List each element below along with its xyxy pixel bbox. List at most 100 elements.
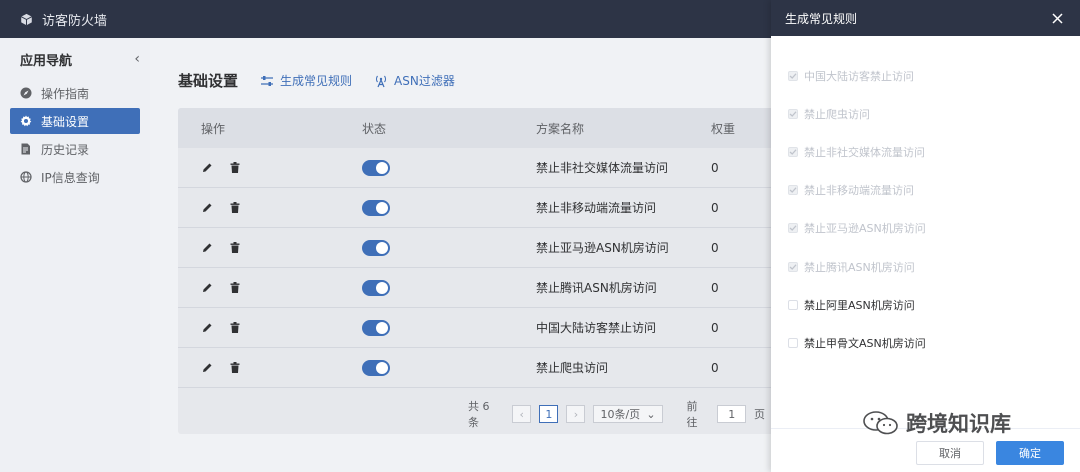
globe-icon <box>20 171 32 183</box>
column-header-actions: 操作 <box>201 121 226 136</box>
delete-icon[interactable] <box>229 242 241 254</box>
sidebar-item-label: IP信息查询 <box>41 170 100 185</box>
rule-option: 禁止腾讯ASN机房访问 <box>788 259 915 275</box>
row-name: 禁止腾讯ASN机房访问 <box>536 281 657 295</box>
delete-icon[interactable] <box>229 162 241 174</box>
row-status <box>361 319 536 336</box>
edit-icon[interactable] <box>201 162 213 174</box>
generate-rules-link[interactable]: 生成常见规则 <box>260 72 352 89</box>
status-toggle[interactable] <box>362 239 390 256</box>
table-header: 操作 状态 方案名称 权重 <box>178 108 775 148</box>
app-title: 访客防火墙 <box>42 13 108 29</box>
row-name: 禁止非社交媒体流量访问 <box>536 161 669 175</box>
panel-title: 生成常见规则 <box>785 11 858 26</box>
asn-filter-label: ASN过滤器 <box>394 74 455 88</box>
generate-rules-label: 生成常见规则 <box>280 74 353 88</box>
sidebar-item-history[interactable]: 历史记录 <box>10 136 140 162</box>
table-body: 禁止非社交媒体流量访问 0 禁止非移动端流量访问 0 禁止亚马逊ASN机房访问 0 禁止腾讯… <box>178 148 775 388</box>
delete-icon[interactable] <box>229 202 241 214</box>
page-header: 基础设置 生成常见规则 ASN过滤器 <box>178 70 477 91</box>
sidebar-item-ip-lookup[interactable]: IP信息查询 <box>10 164 140 190</box>
rule-option: 禁止亚马逊ASN机房访问 <box>788 220 926 236</box>
row-status <box>361 359 536 376</box>
row-name: 中国大陆访客禁止访问 <box>536 321 657 335</box>
rule-option-label: 禁止亚马逊ASN机房访问 <box>804 222 926 235</box>
edit-icon[interactable] <box>201 242 213 254</box>
cube-icon <box>18 11 34 27</box>
rule-option-label: 禁止非移动端流量访问 <box>804 184 914 197</box>
sliders-icon <box>260 74 274 88</box>
checkbox <box>788 185 798 195</box>
generate-rules-panel: 生成常见规则 中国大陆访客禁止访问 禁止爬虫访问禁止非社交媒体流量访问 禁止非移动端… <box>771 0 1080 472</box>
sidebar-item-guide[interactable]: 操作指南 <box>10 80 140 106</box>
rule-option-label: 禁止腾讯ASN机房访问 <box>804 261 915 274</box>
rule-option: 中国大陆访客禁止访问 <box>788 68 914 84</box>
checkbox <box>788 147 798 157</box>
row-status <box>361 199 536 216</box>
asn-filter-link[interactable]: ASN过滤器 <box>374 72 455 89</box>
close-icon[interactable] <box>1050 11 1064 25</box>
status-toggle[interactable] <box>362 279 390 296</box>
column-header-status: 状态 <box>362 121 387 136</box>
rule-option-label: 禁止甲骨文ASN机房访问 <box>804 337 926 350</box>
column-header-weight: 权重 <box>711 121 736 136</box>
next-page-button[interactable]: › <box>566 405 586 423</box>
edit-icon[interactable] <box>201 362 213 374</box>
row-name: 禁止非移动端流量访问 <box>536 201 657 215</box>
delete-icon[interactable] <box>229 282 241 294</box>
page-size-select[interactable]: 10条/页 ⌄ <box>593 405 663 423</box>
page-title: 基础设置 <box>178 72 239 90</box>
status-toggle[interactable] <box>362 359 390 376</box>
delete-icon[interactable] <box>229 362 241 374</box>
status-toggle[interactable] <box>362 199 390 216</box>
watermark: 跨境知识库 <box>862 408 1011 438</box>
prev-page-button[interactable]: ‹ <box>512 405 532 423</box>
sidebar-item-label: 基础设置 <box>41 114 90 129</box>
rules-table: 操作 状态 方案名称 权重 禁止非社交媒体流量访问 0 禁止非移动端流量访问 0 禁止亚… <box>178 108 775 434</box>
edit-icon[interactable] <box>201 322 213 334</box>
table-row: 禁止腾讯ASN机房访问 0 <box>178 268 775 308</box>
watermark-text: 跨境知识库 <box>906 412 1011 436</box>
antenna-icon <box>374 74 388 88</box>
sidebar-heading-label: 应用导航 <box>20 53 73 69</box>
row-status <box>361 239 536 256</box>
sidebar-heading: 应用导航 ‹ <box>0 38 150 80</box>
checkbox <box>788 71 798 81</box>
delete-icon[interactable] <box>229 322 241 334</box>
page-number-button[interactable]: 1 <box>539 405 559 423</box>
rule-option: 禁止非移动端流量访问 <box>788 182 914 198</box>
rule-option-label: 禁止非社交媒体流量访问 <box>804 146 925 159</box>
rule-option[interactable]: 禁止阿里ASN机房访问 <box>788 297 915 313</box>
checkbox[interactable] <box>788 300 798 310</box>
total-count: 共 6 条 <box>468 400 490 429</box>
status-toggle[interactable] <box>362 319 390 336</box>
table-row: 禁止非移动端流量访问 0 <box>178 188 775 228</box>
edit-icon[interactable] <box>201 282 213 294</box>
row-weight: 0 <box>711 240 719 255</box>
rule-option: 禁止非社交媒体流量访问 <box>788 144 925 160</box>
status-toggle[interactable] <box>362 159 390 176</box>
goto-label: 前往 <box>686 400 698 429</box>
wechat-icon <box>862 410 900 436</box>
edit-icon[interactable] <box>201 202 213 214</box>
rule-option: 禁止爬虫访问 <box>788 106 870 122</box>
collapse-sidebar-button[interactable]: ‹ <box>134 51 140 67</box>
page-suffix: 页 <box>754 408 766 421</box>
sidebar-item-basic-settings[interactable]: 基础设置 <box>10 108 140 134</box>
row-status <box>361 279 536 296</box>
row-name: 禁止亚马逊ASN机房访问 <box>536 241 669 255</box>
row-actions <box>178 282 361 294</box>
rule-option-label: 禁止阿里ASN机房访问 <box>804 299 915 312</box>
row-actions <box>178 202 361 214</box>
cancel-button[interactable]: 取消 <box>916 441 984 465</box>
row-weight: 0 <box>711 160 719 175</box>
goto-page-input[interactable]: 1 <box>717 405 747 423</box>
sidebar-item-label: 历史记录 <box>41 142 90 157</box>
compass-icon <box>20 87 32 99</box>
confirm-button[interactable]: 确定 <box>996 441 1064 465</box>
row-status <box>361 159 536 176</box>
row-actions <box>178 362 361 374</box>
rule-option[interactable]: 禁止甲骨文ASN机房访问 <box>788 335 926 351</box>
row-weight: 0 <box>711 280 719 295</box>
checkbox[interactable] <box>788 338 798 348</box>
